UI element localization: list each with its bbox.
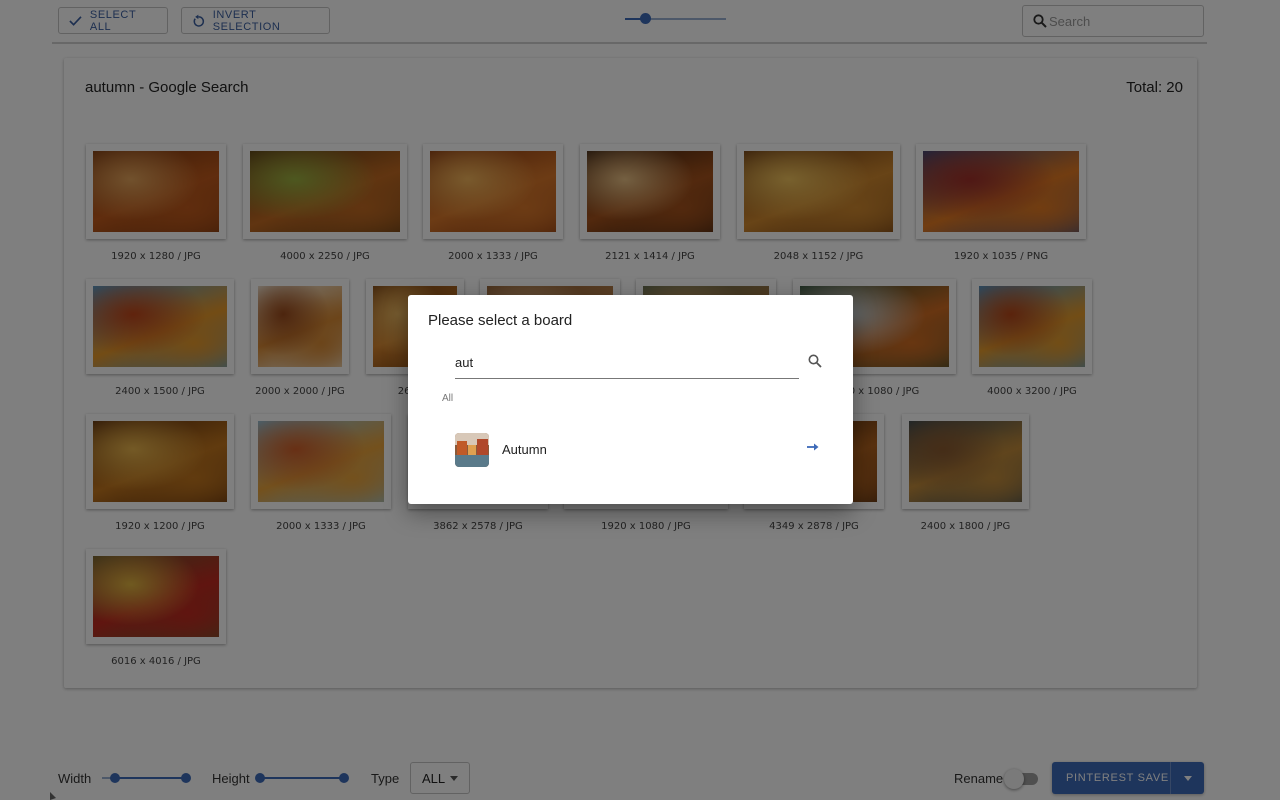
board-name: Autumn [502,442,547,457]
dialog-title: Please select a board [428,312,573,329]
board-search-input[interactable] [455,347,799,379]
select-board-dialog: Please select a board All Autumn [408,295,853,504]
board-item-autumn[interactable]: Autumn [438,425,828,475]
section-label: All [442,393,454,404]
mouse-cursor-icon [50,792,56,800]
board-thumbnail [455,433,489,467]
arrow-right-icon[interactable] [806,441,820,453]
board-thumbnail-image [455,433,489,467]
search-icon[interactable] [808,354,822,368]
